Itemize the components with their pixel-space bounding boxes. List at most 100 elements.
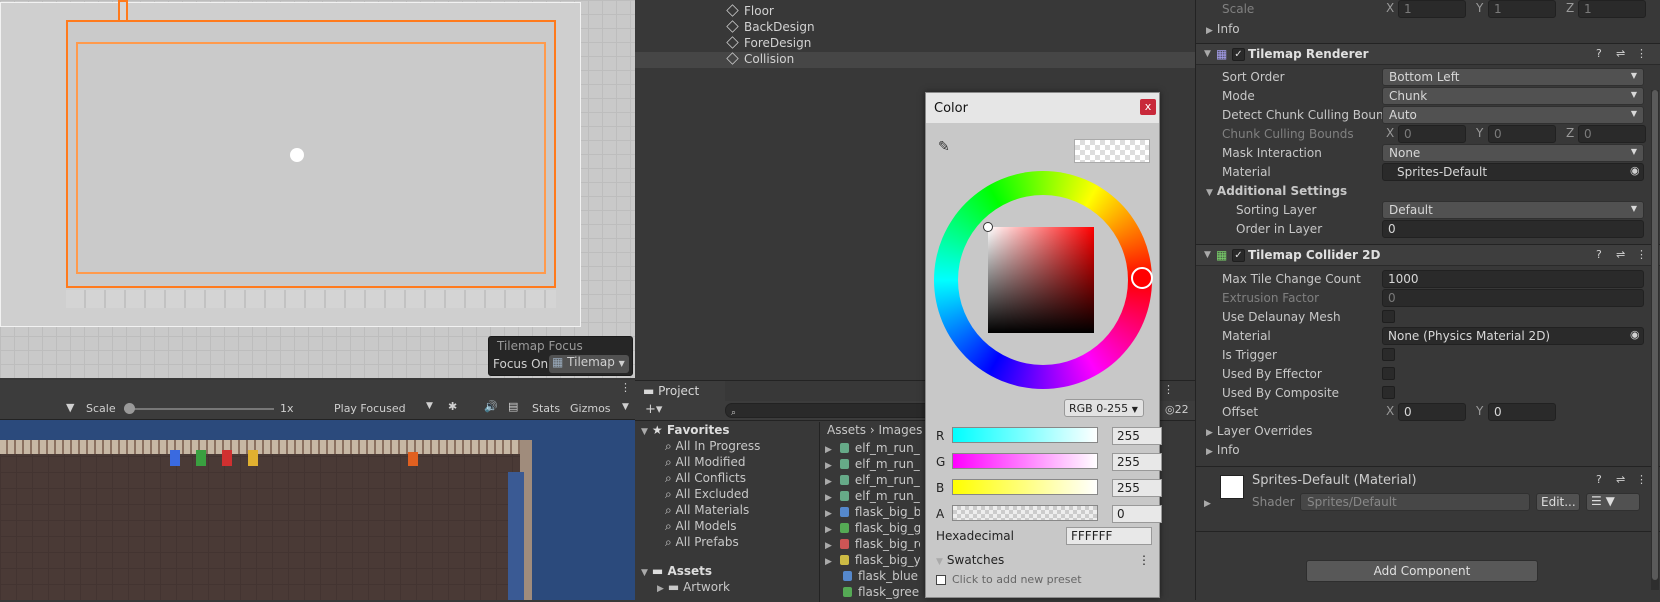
physics-material-field[interactable]: None (Physics Material 2D) (1382, 327, 1644, 345)
stats-button[interactable]: Stats (532, 402, 560, 415)
kebab-menu-icon[interactable]: ⋮ (1636, 248, 1647, 261)
additional-settings-foldout[interactable]: ▼ Additional Settings (1196, 182, 1651, 201)
shader-dropdown[interactable]: Sprites/Default (1300, 493, 1530, 511)
expand-icon[interactable]: ▶ (1204, 499, 1211, 509)
favorite-item[interactable]: ⌕ All Prefabs (665, 535, 739, 551)
favorite-item[interactable]: ⌕ All Conflicts (665, 471, 746, 487)
shader-options-button[interactable]: ☰ ▼ (1586, 493, 1640, 511)
scrollbar-thumb[interactable] (1652, 90, 1658, 580)
mask-dropdown[interactable]: None (1382, 144, 1644, 162)
channel-slider-g[interactable] (952, 453, 1098, 469)
kebab-menu-icon[interactable]: ⋮ (620, 381, 631, 394)
kebab-menu-icon[interactable]: ⋮ (1138, 553, 1150, 567)
sort-order-dropdown[interactable]: Bottom Left (1382, 68, 1644, 86)
color-mode-dropdown[interactable]: RGB 0-255 ▼ (1064, 399, 1144, 417)
favorite-item[interactable]: ⌕ All In Progress (665, 439, 760, 455)
culling-dropdown[interactable]: Auto (1382, 106, 1644, 124)
help-icon[interactable]: ? (1596, 248, 1602, 261)
inspector-scrollbar[interactable] (1651, 90, 1659, 590)
assets-header[interactable]: ▼ ▬ Assets (641, 564, 712, 580)
channel-value-r[interactable]: 255 (1112, 427, 1162, 445)
swatches-header[interactable]: ▼ Swatches (936, 553, 1004, 567)
plus-icon[interactable]: +▾ (645, 402, 662, 417)
order-field[interactable]: 0 (1382, 220, 1644, 238)
list-item[interactable]: ▶ flask_big_blu (825, 505, 920, 521)
material-field[interactable]: Sprites-Default (1382, 163, 1644, 181)
add-component-button[interactable]: Add Component (1306, 560, 1538, 582)
hierarchy-item-foredesign[interactable]: ForeDesign (635, 36, 1195, 52)
preset-icon[interactable]: ⇌ (1616, 248, 1625, 261)
hidden-eye-icon[interactable]: ◎22 (1165, 403, 1189, 416)
add-preset-icon[interactable] (936, 575, 946, 585)
offset-y-field[interactable]: 0 (1488, 403, 1556, 421)
saturation-value-square[interactable] (988, 227, 1094, 333)
list-item[interactable]: ▶ flask_big_gr (825, 521, 920, 537)
info-foldout[interactable]: ▶ Info (1196, 20, 1651, 39)
layer-overrides-foldout[interactable]: ▶ Layer Overrides (1196, 422, 1651, 441)
channel-value-a[interactable]: 0 (1112, 505, 1162, 523)
help-icon[interactable]: ? (1596, 473, 1602, 486)
tilemap-renderer-header[interactable]: ▼ ▦ ✓ Tilemap Renderer ? ⇌ ⋮ (1196, 43, 1660, 65)
breadcrumb-item[interactable]: Images (879, 423, 923, 437)
channel-value-b[interactable]: 255 (1112, 479, 1162, 497)
sv-handle[interactable] (983, 222, 993, 232)
gizmos-button[interactable]: Gizmos (570, 402, 611, 415)
help-icon[interactable]: ? (1596, 47, 1602, 60)
chevron-down-icon[interactable]: ▼ (622, 402, 629, 412)
close-button[interactable]: x (1140, 99, 1156, 115)
scale-z-field[interactable]: 1 (1578, 0, 1646, 18)
max-tile-field[interactable]: 1000 (1382, 270, 1644, 288)
list-item[interactable]: ▶ elf_m_run_an (825, 441, 920, 457)
tab-project[interactable]: ▬ Project (635, 381, 725, 401)
sorting-layer-dropdown[interactable]: Default (1382, 201, 1644, 219)
kebab-menu-icon[interactable]: ⋮ (1636, 473, 1647, 486)
scene-view[interactable]: Tilemap Focus Focus On ▦ Tilemap ▼ (0, 0, 635, 378)
mode-dropdown[interactable]: Chunk (1382, 87, 1644, 105)
scale-slider[interactable] (124, 403, 274, 414)
favorite-item[interactable]: ⌕ All Excluded (665, 487, 749, 503)
hierarchy-item-collision[interactable]: Collision (635, 52, 1195, 68)
composite-checkbox[interactable] (1382, 386, 1395, 399)
info-foldout[interactable]: ▶ Info (1196, 441, 1651, 460)
list-item[interactable]: flask_blue (825, 569, 920, 585)
audio-icon[interactable]: 🔊 (484, 400, 498, 413)
list-item[interactable]: ▶ elf_m_run_an (825, 473, 920, 489)
effector-checkbox[interactable] (1382, 367, 1395, 380)
bug-icon[interactable]: ✱ (448, 400, 457, 413)
keyboard-icon[interactable]: ▤ (508, 400, 518, 413)
delaunay-checkbox[interactable] (1382, 310, 1395, 323)
channel-value-g[interactable]: 255 (1112, 453, 1162, 471)
enabled-checkbox[interactable]: ✓ (1232, 249, 1245, 262)
focus-dropdown[interactable]: ▦ Tilemap ▼ (549, 355, 629, 373)
preset-icon[interactable]: ⇌ (1616, 47, 1625, 60)
favorite-item[interactable]: ⌕ All Modified (665, 455, 745, 471)
scale-x-field[interactable]: 1 (1398, 0, 1466, 18)
bounds-x-field[interactable]: 0 (1398, 125, 1466, 143)
is-trigger-checkbox[interactable] (1382, 348, 1395, 361)
offset-x-field[interactable]: 0 (1398, 403, 1466, 421)
list-item[interactable]: flask_green (825, 585, 920, 601)
bounds-y-field[interactable]: 0 (1488, 125, 1556, 143)
preset-icon[interactable]: ⇌ (1616, 473, 1625, 486)
list-item[interactable]: ▶ flask_big_re (825, 537, 920, 553)
hex-input[interactable]: FFFFFF (1066, 527, 1152, 545)
bounds-z-field[interactable]: 0 (1578, 125, 1646, 143)
channel-slider-r[interactable] (952, 427, 1098, 443)
scale-slider-thumb[interactable] (124, 403, 135, 414)
hue-handle[interactable] (1131, 267, 1153, 289)
favorite-item[interactable]: ⌕ All Materials (665, 503, 749, 519)
chevron-down-icon[interactable]: ▼ (66, 401, 74, 414)
list-item[interactable]: ▶ flask_big_ye (825, 553, 920, 569)
enabled-checkbox[interactable]: ✓ (1232, 48, 1245, 61)
favorites-header[interactable]: ▼ ★ Favorites (641, 423, 730, 439)
eyedropper-icon[interactable]: ✎ (938, 139, 950, 155)
hierarchy-item-floor[interactable]: Floor (635, 4, 1195, 20)
list-item[interactable]: ▶ elf_m_run_an (825, 457, 920, 473)
channel-slider-b[interactable] (952, 479, 1098, 495)
channel-slider-a[interactable] (952, 505, 1098, 521)
edit-shader-button[interactable]: Edit... (1536, 493, 1580, 511)
object-picker-icon[interactable]: ◉ (1630, 164, 1640, 177)
kebab-menu-icon[interactable]: ⋮ (1636, 47, 1647, 60)
breadcrumb-item[interactable]: Assets (827, 423, 866, 437)
favorite-item[interactable]: ⌕ All Models (665, 519, 737, 535)
